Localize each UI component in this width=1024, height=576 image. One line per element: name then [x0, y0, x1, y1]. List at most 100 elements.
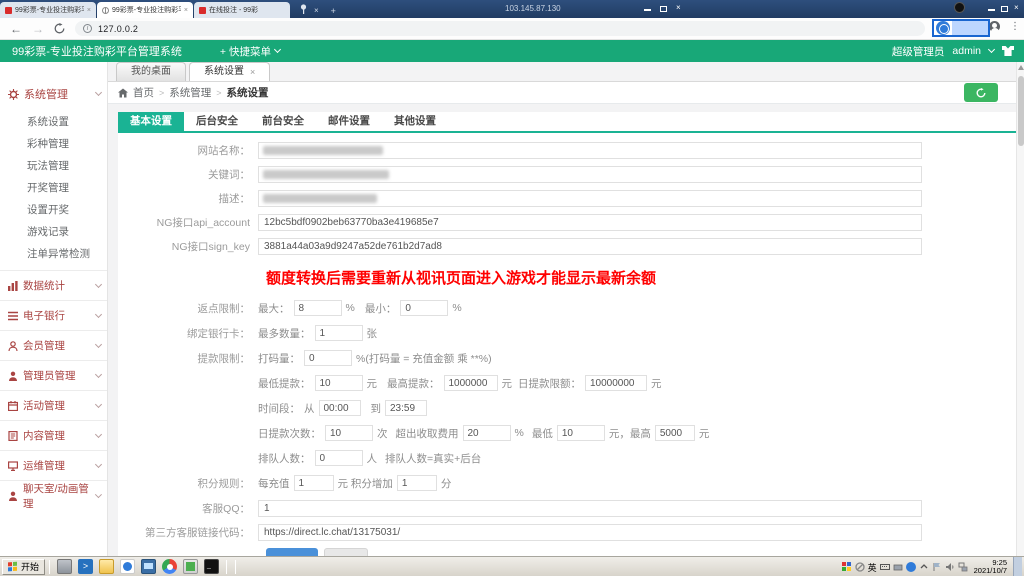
blocked-icon[interactable]: [854, 562, 865, 572]
forward-icon[interactable]: →: [32, 22, 44, 36]
tab-mail-settings[interactable]: 邮件设置: [316, 112, 382, 131]
sidebar-item-play-management[interactable]: 玩法管理: [0, 154, 107, 176]
blue-app-icon[interactable]: [120, 559, 136, 574]
ng-sign-key-input[interactable]: [258, 238, 922, 255]
sidebar-item-game-records[interactable]: 游戏记录: [0, 220, 107, 242]
flag-icon[interactable]: [932, 562, 942, 572]
breadcrumb-home[interactable]: 首页: [133, 85, 154, 100]
powershell-icon[interactable]: >: [78, 559, 94, 574]
queue-input[interactable]: [314, 450, 363, 466]
language-bar-icon[interactable]: [841, 562, 852, 572]
folder-explorer-icon[interactable]: [99, 559, 115, 574]
sidebar-item-admin-management[interactable]: 管理员管理: [0, 360, 107, 390]
restore-button[interactable]: [660, 5, 667, 12]
start-button[interactable]: 开始: [2, 558, 46, 575]
sidebar-item-bet-anomaly-check[interactable]: 注单异常检测: [0, 242, 107, 264]
scroll-up-arrow-icon[interactable]: [1018, 65, 1024, 70]
page-scrollbar[interactable]: [1016, 62, 1024, 556]
theme-icon[interactable]: [1002, 46, 1014, 56]
tab-close-icon[interactable]: ×: [87, 7, 91, 14]
server-manager-icon[interactable]: [57, 559, 73, 574]
browser-tab-2-active[interactable]: 99彩票-专业投注购彩平台管理系 ×: [97, 2, 193, 18]
rebate-min-input[interactable]: [400, 300, 449, 316]
address-bar[interactable]: i 127.0.0.2: [75, 21, 925, 36]
scrollbar-thumb[interactable]: [1018, 76, 1024, 146]
max-withdraw-input[interactable]: [443, 375, 498, 391]
time-to-input[interactable]: [385, 400, 427, 416]
service-qq-input[interactable]: [258, 500, 922, 517]
sidebar-item-system-settings[interactable]: 系统设置: [0, 110, 107, 132]
tab-close-icon[interactable]: ×: [184, 7, 188, 14]
sidebar-item-content-management[interactable]: 内容管理: [0, 420, 107, 450]
sidebar-item-ops-management[interactable]: 运维管理: [0, 450, 107, 480]
chrome-icon[interactable]: [162, 559, 178, 574]
cmd-icon[interactable]: _: [204, 559, 220, 574]
sidebar-item-data-statistics[interactable]: 数据统计: [0, 270, 107, 300]
sidebar-item-lottery-management[interactable]: 彩种管理: [0, 132, 107, 154]
fee-max-input[interactable]: [654, 425, 695, 441]
refresh-button[interactable]: [964, 83, 998, 102]
outer-close-button[interactable]: ×: [1014, 3, 1019, 12]
computer-icon[interactable]: [141, 559, 157, 574]
tab-close-icon[interactable]: ×: [250, 63, 255, 81]
keywords-input[interactable]: [258, 166, 922, 183]
chat-link-input[interactable]: [258, 524, 922, 541]
username-dropdown[interactable]: admin: [952, 45, 981, 57]
rebate-max-input[interactable]: [293, 300, 342, 316]
tab-frontend-security[interactable]: 前台安全: [250, 112, 316, 131]
breadcrumb-section[interactable]: 系统管理: [169, 85, 211, 100]
description-input[interactable]: [258, 190, 922, 207]
turnover-input[interactable]: [304, 350, 352, 366]
extension-field[interactable]: [952, 21, 988, 35]
outer-minimize-button[interactable]: [988, 9, 995, 11]
browser-tab-3[interactable]: 在线投注 - 99彩: [194, 2, 290, 18]
bankcard-qty-input[interactable]: [314, 325, 363, 341]
quick-menu-button[interactable]: + 快捷菜单: [220, 44, 282, 59]
sidebar-item-set-draw[interactable]: 设置开奖: [0, 198, 107, 220]
tab-other-settings[interactable]: 其他设置: [382, 112, 448, 131]
url-text[interactable]: 127.0.0.2: [98, 24, 138, 34]
tab-close-icon[interactable]: ×: [314, 6, 319, 15]
points-per-input[interactable]: [293, 475, 334, 491]
show-desktop-button[interactable]: [1013, 557, 1022, 576]
sidebar-item-draw-management[interactable]: 开奖管理: [0, 176, 107, 198]
ng-api-account-input[interactable]: [258, 214, 922, 231]
editor-icon[interactable]: [183, 559, 199, 574]
tab-backend-security[interactable]: 后台安全: [184, 112, 250, 131]
sidebar-item-activity-management[interactable]: 活动管理: [0, 390, 107, 420]
sidebar-item-ebank[interactable]: 电子银行: [0, 300, 107, 330]
tab-my-desktop[interactable]: 我的桌面: [116, 62, 186, 81]
daily-limit-input[interactable]: [585, 375, 647, 391]
minimize-button[interactable]: [644, 9, 651, 11]
new-tab-button[interactable]: +: [331, 6, 336, 16]
browser-tray-icon[interactable]: [905, 562, 916, 572]
browser-tab-1[interactable]: 99彩票-专业投注购彩平台 ×: [0, 2, 96, 18]
tab-basic-settings[interactable]: 基本设置: [118, 112, 184, 131]
speaker-icon[interactable]: [945, 562, 955, 572]
outer-restore-button[interactable]: [1001, 5, 1008, 12]
tab-system-settings[interactable]: 系统设置 ×: [189, 62, 271, 81]
browser-menu-icon[interactable]: ⋮: [1010, 21, 1020, 32]
overlay-record-icon[interactable]: [954, 2, 965, 13]
close-button[interactable]: ×: [676, 3, 681, 12]
pin-icon[interactable]: [299, 4, 308, 15]
daily-times-input[interactable]: [325, 425, 373, 441]
min-withdraw-input[interactable]: [314, 375, 363, 391]
tools-icon[interactable]: [893, 562, 903, 572]
fee-min-input[interactable]: [556, 425, 605, 441]
extension-popup[interactable]: [932, 19, 990, 37]
sidebar-item-chatroom-animation[interactable]: 聊天室/动画管理: [0, 480, 107, 510]
site-name-input[interactable]: [258, 142, 922, 159]
page-info-icon[interactable]: i: [83, 24, 92, 33]
keyboard-icon[interactable]: [879, 562, 890, 572]
network-icon[interactable]: [958, 562, 968, 572]
points-add-input[interactable]: [396, 475, 437, 491]
sidebar-item-member-management[interactable]: 会员管理: [0, 330, 107, 360]
back-icon[interactable]: ←: [10, 22, 22, 36]
time-from-input[interactable]: [318, 400, 361, 416]
show-hidden-icons-arrow[interactable]: [919, 562, 929, 572]
profile-avatar-icon[interactable]: [989, 21, 1000, 32]
ime-language-indicator[interactable]: 英: [868, 561, 877, 574]
reload-icon[interactable]: [54, 23, 65, 34]
over-fee-input[interactable]: [462, 425, 511, 441]
